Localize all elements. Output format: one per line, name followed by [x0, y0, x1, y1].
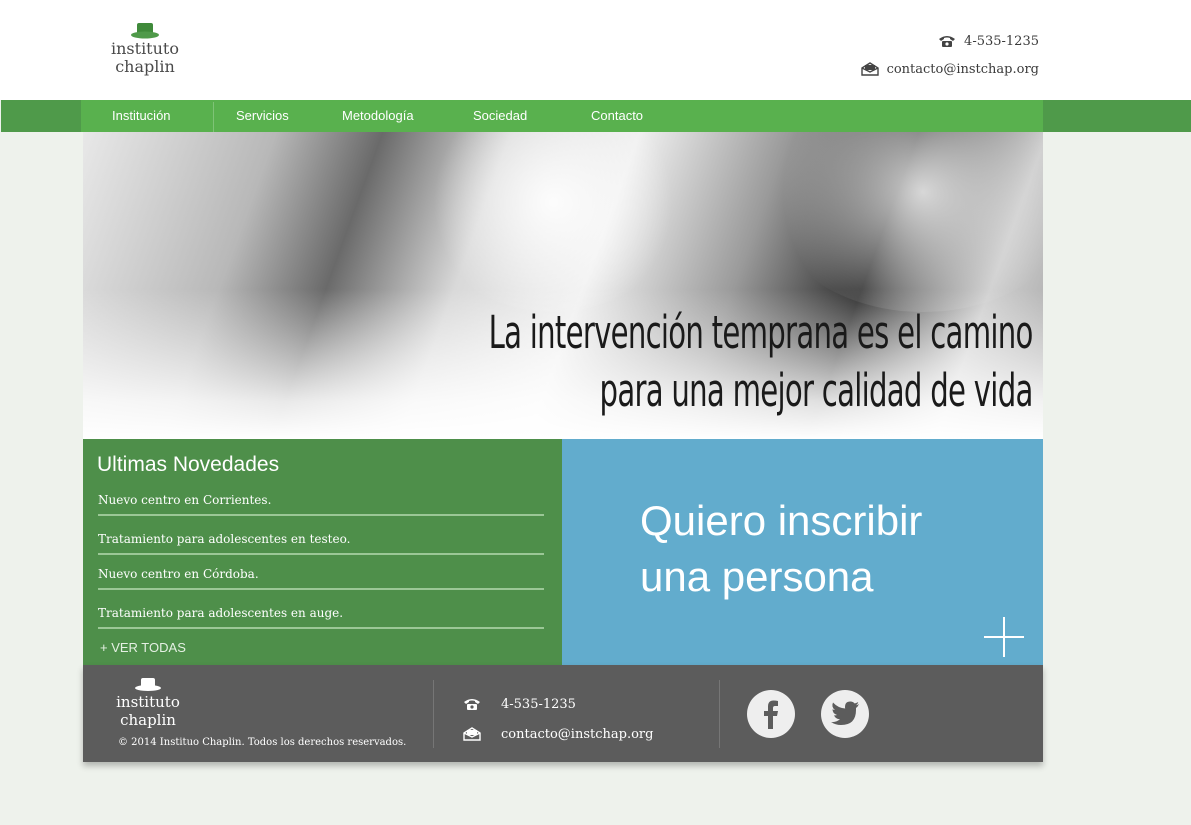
- logo[interactable]: instituto chaplin: [105, 22, 185, 76]
- facebook-icon: [764, 700, 778, 729]
- site-header: instituto chaplin 4-535-1235 contacto@in…: [0, 0, 1191, 100]
- footer-divider: [433, 680, 434, 748]
- twitter-icon: [831, 701, 859, 725]
- hat-icon: [131, 23, 159, 39]
- hero-photo-highlight: [423, 132, 683, 312]
- footer-logo[interactable]: instituto chaplin: [113, 677, 183, 729]
- footer-phone[interactable]: 4-535-1235: [501, 697, 576, 712]
- enroll-label-line2: una persona: [640, 553, 874, 600]
- nav-item-contacto[interactable]: Contacto: [591, 100, 643, 132]
- twitter-link[interactable]: [821, 690, 869, 738]
- logo-line2: chaplin: [115, 57, 175, 76]
- footer-divider: [719, 680, 720, 748]
- nav-item-metodologia[interactable]: Metodología: [342, 100, 414, 132]
- mail-icon: [860, 62, 879, 76]
- hero-tagline: La intervención temprana es el camino pa…: [488, 304, 1034, 420]
- footer-logo-line2: chaplin: [120, 711, 176, 729]
- site-footer: instituto chaplin © 2014 Instituo Chapli…: [83, 665, 1043, 762]
- news-item[interactable]: Nuevo centro en Corrientes.: [98, 493, 544, 516]
- enroll-button[interactable]: Quiero inscribir una persona: [562, 439, 1043, 665]
- main-nav: Institución Servicios Metodología Socied…: [1, 100, 1191, 132]
- footer-email[interactable]: contacto@instchap.org: [501, 727, 653, 742]
- nav-divider: [213, 102, 214, 132]
- phone-icon: [464, 699, 480, 710]
- mail-icon: [463, 727, 481, 741]
- nav-item-sociedad[interactable]: Sociedad: [473, 100, 527, 132]
- footer-logo-line1: instituto: [116, 693, 180, 711]
- hero-photo-highlight: [763, 132, 1043, 312]
- enroll-label: Quiero inscribir una persona: [640, 493, 922, 605]
- nav-item-servicios[interactable]: Servicios: [236, 100, 289, 132]
- facebook-link[interactable]: [747, 690, 795, 738]
- news-panel: Ultimas Novedades Nuevo centro en Corrie…: [83, 439, 562, 665]
- news-item[interactable]: Tratamiento para adolescentes en testeo.: [98, 532, 544, 555]
- news-item[interactable]: Nuevo centro en Córdoba.: [98, 567, 544, 590]
- hero-banner: La intervención temprana es el camino pa…: [83, 132, 1043, 439]
- phone-icon: [939, 36, 956, 47]
- header-contact: 4-535-1235 contacto@instchap.org: [860, 30, 1039, 86]
- copyright: © 2014 Instituo Chaplin. Todos los derec…: [118, 737, 407, 748]
- hero-tagline-line2: para una mejor calidad de vida: [599, 364, 1034, 417]
- logo-line1: instituto: [111, 39, 179, 58]
- view-all-link[interactable]: + VER TODAS: [100, 640, 186, 655]
- footer-contact: 4-535-1235 contacto@instchap.org: [463, 693, 653, 753]
- nav-inner: Institución Servicios Metodología Socied…: [81, 100, 1043, 132]
- plus-icon[interactable]: [984, 617, 1024, 657]
- header-email[interactable]: contacto@instchap.org: [887, 62, 1039, 77]
- news-title: Ultimas Novedades: [97, 453, 280, 476]
- enroll-label-line1: Quiero inscribir: [640, 497, 923, 544]
- hat-icon: [135, 678, 161, 691]
- hero-tagline-line1: La intervención temprana es el camino: [488, 306, 1034, 359]
- header-phone[interactable]: 4-535-1235: [964, 34, 1039, 49]
- nav-item-institucion[interactable]: Institución: [112, 100, 171, 132]
- news-item[interactable]: Tratamiento para adolescentes en auge.: [98, 606, 544, 629]
